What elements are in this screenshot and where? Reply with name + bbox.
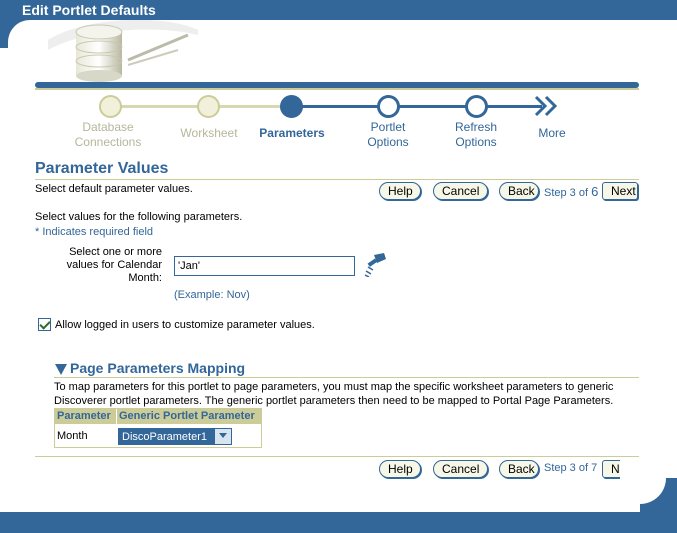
instruction-text: Select default parameter values.	[35, 183, 193, 195]
collapse-triangle-icon[interactable]	[55, 364, 67, 375]
train-label-worksheet[interactable]: Worksheet	[170, 126, 248, 141]
train-label-refresh-options: Refresh Options	[454, 120, 498, 149]
more-steps-arrow-icon[interactable]	[534, 94, 560, 118]
title-rule	[35, 179, 639, 180]
col-header-parameter: Parameter	[55, 409, 116, 424]
col-header-generic-parameter: Generic Portlet Parameter	[117, 409, 261, 424]
table-cell-parameter: Month	[57, 430, 88, 442]
sub-instruction-text: Select values for the following paramete…	[35, 211, 243, 223]
step-prefix: Step 3 of	[544, 187, 592, 199]
train-label-parameters: Parameters	[259, 126, 325, 140]
customize-checkbox[interactable]	[38, 318, 51, 331]
calendar-month-label: Select one or more values for Calendar M…	[66, 246, 162, 284]
window-title: Edit Portlet Defaults	[22, 2, 156, 18]
train-label-more[interactable]: More	[530, 126, 574, 141]
chevron-down-icon[interactable]	[214, 429, 231, 444]
footer-corner-decoration	[620, 458, 677, 513]
page-title: Parameter Values	[35, 160, 169, 177]
generic-parameter-select[interactable]: DiscoParameter1	[118, 428, 232, 445]
step-total: 6	[591, 184, 599, 199]
search-flashlight-icon[interactable]	[364, 251, 388, 277]
customize-label[interactable]: Allow logged in users to customize param…	[55, 319, 315, 331]
cancel-button-top[interactable]: Cancel	[433, 182, 488, 200]
generic-parameter-value: DiscoParameter1	[122, 431, 207, 443]
train-connector-todo	[292, 105, 542, 108]
next-button-top[interactable]: Next	[602, 182, 638, 200]
train-label-database-connections[interactable]: Database Connections	[62, 120, 154, 150]
title-bar: Edit Portlet Defaults	[0, 0, 677, 20]
help-button-bottom[interactable]: Help	[379, 460, 421, 478]
train-step-parameters	[280, 95, 303, 118]
cancel-button-bottom[interactable]: Cancel	[433, 460, 488, 478]
example-hint: (Example: Nov)	[174, 289, 250, 301]
calendar-month-input[interactable]: 'Jan'	[174, 256, 355, 276]
step-indicator-top: Step 3 of 6	[544, 184, 598, 199]
footer-bar	[0, 512, 677, 533]
required-field-note: * Indicates required field	[35, 226, 154, 238]
bottom-rule	[35, 456, 639, 457]
header-corner-decoration	[0, 18, 48, 60]
database-logo-icon	[48, 20, 198, 82]
step-indicator-bottom: Step 3 of 7	[544, 462, 598, 474]
train-step-database-connections[interactable]	[99, 95, 122, 118]
mapping-description: To map parameters for this portlet to pa…	[54, 381, 614, 407]
train-step-portlet-options	[377, 95, 400, 118]
mapping-title: Page Parameters Mapping	[70, 360, 246, 376]
help-button-top[interactable]: Help	[379, 182, 421, 200]
train-step-worksheet[interactable]	[197, 95, 220, 118]
header-divider-shadow	[35, 88, 639, 90]
mapping-rule	[54, 377, 639, 378]
mapping-table: Parameter Generic Portlet Parameter Mont…	[54, 408, 262, 448]
back-button-bottom[interactable]: Back	[499, 460, 539, 478]
back-button-top[interactable]: Back	[499, 182, 539, 200]
train-step-refresh-options	[465, 95, 488, 118]
train-label-portlet-options: Portlet Options	[367, 120, 409, 149]
